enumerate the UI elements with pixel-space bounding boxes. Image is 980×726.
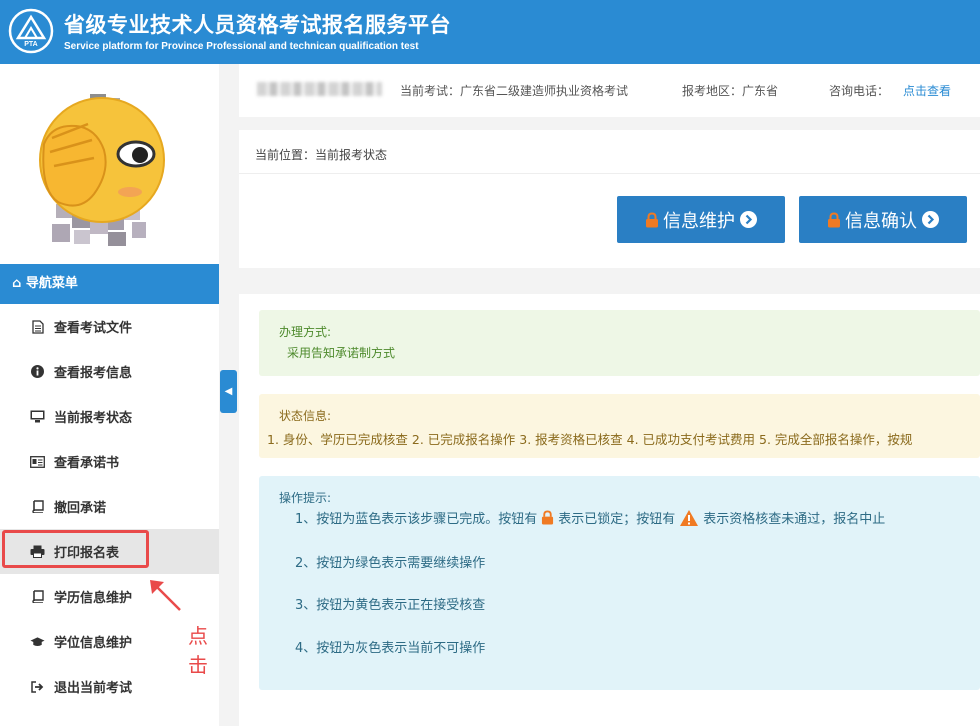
pta-logo-icon: PTA bbox=[8, 8, 54, 54]
sidebar-item-label: 退出当前考试 bbox=[54, 681, 133, 696]
avatar bbox=[39, 94, 165, 246]
arrow-icon bbox=[150, 580, 181, 611]
home-icon: ⌂ bbox=[12, 276, 22, 291]
exam-info-bar: 当前考试：广东省二级建造师执业资格考试 报考地区：广东省 咨询电话： 点击查看 bbox=[239, 64, 980, 117]
logo-text: PTA bbox=[24, 41, 37, 48]
info-confirm-label: 信息确认 bbox=[845, 210, 917, 232]
book-icon bbox=[30, 589, 45, 604]
info-icon bbox=[30, 364, 45, 379]
tip-1: 1、按钮为蓝色表示该步骤已完成。按钮有 表示已锁定；按钮有 表示资格核查未通过，… bbox=[295, 508, 885, 527]
divider bbox=[239, 173, 980, 174]
phone-label: 咨询电话： bbox=[829, 84, 890, 98]
status-title: 状态信息: bbox=[279, 409, 332, 423]
sidebar-item-commitment[interactable]: 查看承诺书 bbox=[0, 439, 219, 484]
info-maintain-label: 信息维护 bbox=[663, 210, 735, 232]
lock-icon bbox=[542, 510, 554, 525]
warning-icon bbox=[680, 509, 699, 526]
content-area: 办理方式: 采用告知承诺制方式 状态信息: 1. 身份、学历已完成核查 2. 已… bbox=[239, 294, 980, 726]
sidebar-collapse-toggle[interactable]: ◀ bbox=[220, 370, 237, 413]
tip-1-text-a: 1、按钮为蓝色表示该步骤已完成。按钮有 bbox=[295, 512, 538, 527]
nav-menu-header: ⌂ 导航菜单 bbox=[0, 264, 219, 304]
click-highlight-box bbox=[2, 530, 149, 568]
sidebar-item-registration-info[interactable]: 查看报考信息 bbox=[0, 349, 219, 394]
sidebar-item-education-info[interactable]: 学历信息维护 bbox=[0, 574, 219, 619]
sidebar-item-label: 撤回承诺 bbox=[54, 501, 107, 516]
graduation-cap-icon bbox=[30, 634, 45, 649]
method-panel: 办理方式: 采用告知承诺制方式 bbox=[259, 310, 980, 376]
breadcrumb: 当前位置：当前报考状态 bbox=[255, 148, 388, 162]
page-subtitle: Service platform for Province Profession… bbox=[64, 41, 419, 52]
tips-title: 操作提示: bbox=[279, 491, 332, 505]
sidebar: A ⌂ 导航菜单 查看考试文件 查看报考信息 当前报考状态 查看承诺书 撤回承诺 bbox=[0, 64, 219, 726]
sidebar-item-withdraw[interactable]: 撤回承诺 bbox=[0, 484, 219, 529]
tip-1-text-b: 表示已锁定；按钮有 bbox=[558, 512, 676, 527]
sidebar-item-label: 当前报考状态 bbox=[54, 411, 133, 426]
tip-1-text-c: 表示资格核查未通过，报名中止 bbox=[703, 512, 886, 527]
file-icon bbox=[30, 319, 45, 334]
method-title: 办理方式: bbox=[279, 325, 332, 339]
blurred-username bbox=[257, 82, 382, 96]
info-maintain-button[interactable]: 信息维护 bbox=[617, 196, 785, 243]
info-confirm-button[interactable]: 信息确认 bbox=[799, 196, 967, 243]
method-value: 采用告知承诺制方式 bbox=[287, 346, 396, 360]
id-card-icon bbox=[30, 454, 45, 469]
current-exam-text: 当前考试：广东省二级建造师执业资格考试 bbox=[400, 84, 629, 98]
sidebar-item-label: 学位信息维护 bbox=[54, 636, 133, 651]
sidebar-item-label: 学历信息维护 bbox=[54, 591, 133, 606]
lock-icon bbox=[646, 211, 658, 227]
arrow-circle-right-icon bbox=[922, 211, 939, 228]
book-icon bbox=[30, 499, 45, 514]
chevron-left-icon: ◀ bbox=[224, 386, 233, 397]
tip-3: 3、按钮为黄色表示正在接受核查 bbox=[295, 598, 486, 613]
tips-panel: 操作提示: 1、按钮为蓝色表示该步骤已完成。按钮有 表示已锁定；按钮有 表示资格… bbox=[259, 476, 980, 690]
monitor-icon bbox=[30, 409, 45, 424]
status-panel: 状态信息: 1. 身份、学历已完成核查 2. 已完成报名操作 3. 报考资格已核… bbox=[259, 394, 980, 458]
sidebar-item-exam-files[interactable]: 查看考试文件 bbox=[0, 304, 219, 349]
tip-4: 4、按钮为灰色表示当前不可操作 bbox=[295, 641, 486, 656]
arrow-circle-right-icon bbox=[740, 211, 757, 228]
page-title: 省级专业技术人员资格考试报名服务平台 bbox=[64, 13, 451, 37]
status-value: 1. 身份、学历已完成核查 2. 已完成报名操作 3. 报考资格已核查 4. 已… bbox=[267, 432, 913, 447]
sidebar-item-current-status[interactable]: 当前报考状态 bbox=[0, 394, 219, 439]
lock-icon bbox=[828, 211, 840, 227]
status-header-box: 当前位置：当前报考状态 信息维护 信息确认 bbox=[239, 130, 980, 268]
tip-2: 2、按钮为绿色表示需要继续操作 bbox=[295, 556, 486, 571]
sidebar-item-exit-exam[interactable]: 退出当前考试 bbox=[0, 664, 219, 709]
sidebar-item-degree-info[interactable]: 学位信息维护 bbox=[0, 619, 219, 664]
region-text: 报考地区：广东省 bbox=[682, 84, 779, 98]
sign-out-icon bbox=[30, 679, 45, 694]
sidebar-item-label: 查看承诺书 bbox=[54, 456, 120, 471]
nav-menu-title: 导航菜单 bbox=[25, 276, 78, 291]
sidebar-item-label: 查看报考信息 bbox=[54, 366, 133, 381]
sidebar-item-label: 查看考试文件 bbox=[54, 321, 133, 336]
app-header: PTA 省级专业技术人员资格考试报名服务平台 Service platform … bbox=[0, 0, 980, 64]
click-annotation: 点击 bbox=[188, 624, 208, 677]
phone-view-link[interactable]: 点击查看 bbox=[903, 82, 951, 99]
